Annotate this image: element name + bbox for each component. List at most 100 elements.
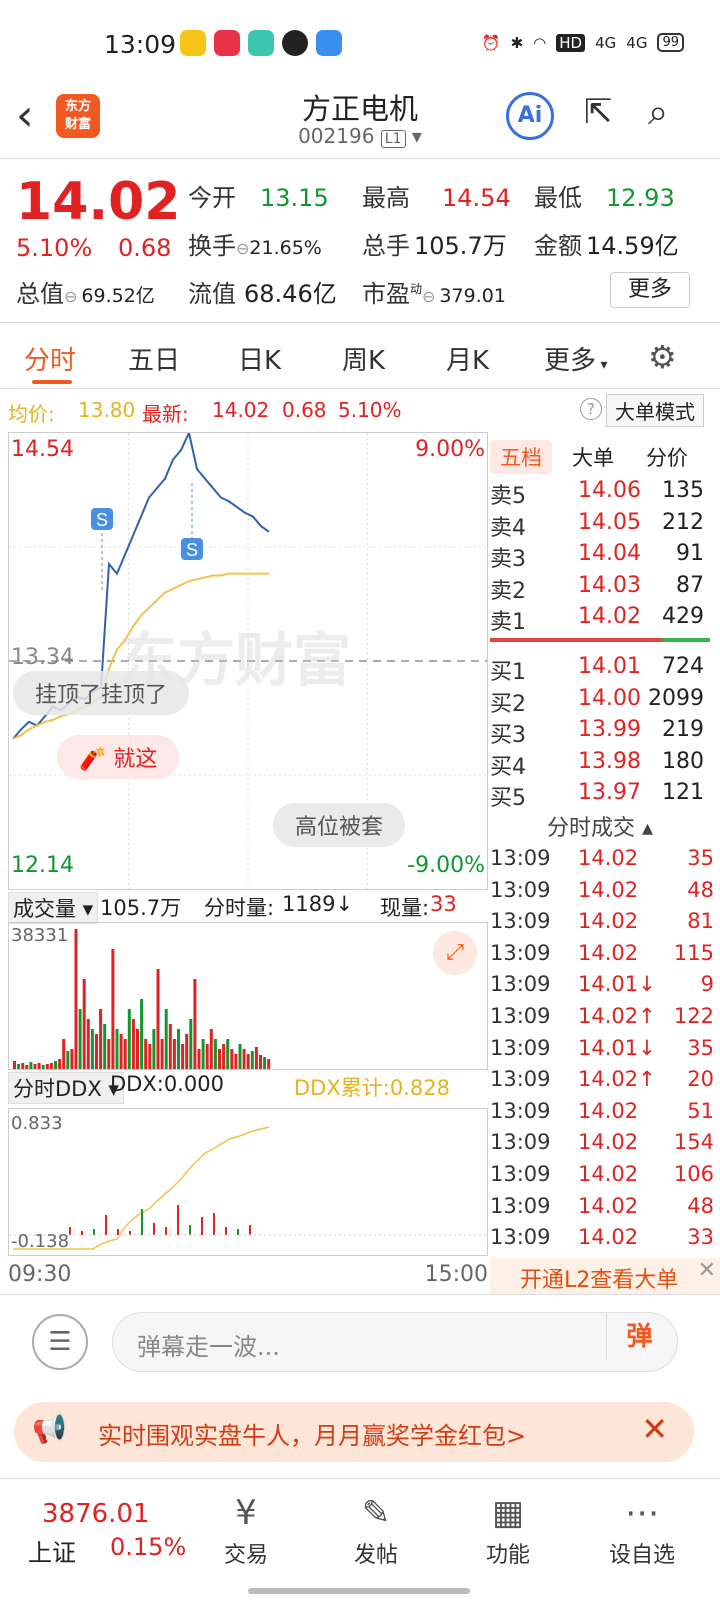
volume-bar [103,1024,107,1069]
trade-row: 13:09 14.02 33 [490,1225,714,1250]
volume-bar [17,1064,21,1069]
volume-bar [172,1039,176,1069]
trade-row: 13:09 14.02 48 [490,877,714,902]
volume-bar [107,1039,111,1069]
promo-text[interactable]: 实时围观实盘牛人，月月赢奖学金红包> [98,1416,526,1451]
app-notification-icon [248,30,274,56]
avg-price: 13.80 [78,398,136,422]
volume-bar [58,1059,62,1069]
nav-trade[interactable]: ¥ 交易 [196,1493,296,1569]
wechat-icon [282,30,308,56]
danmu-bubble[interactable]: 🧨 就这 [57,735,180,779]
hd-icon: HD [556,33,586,52]
search-icon[interactable]: ⌕ [648,92,668,134]
volume-bar [140,999,144,1069]
trades-title[interactable]: 分时成交 ▴ [490,810,710,842]
stock-header: ‹ 东方 财富 方正电机 002196 L1 ▾ Ai ⇱ ⌕ [0,80,720,160]
y-axis-mid: 13.34 [11,645,74,670]
float-cap-field: 流值 68.46亿 [188,280,337,308]
ddx-chart[interactable]: 0.833 -0.138 [8,1108,488,1256]
close-icon[interactable]: ✕ [698,1258,716,1283]
bid-row: 买4 13.98 180 [490,748,704,780]
promo-banner[interactable]: 📢 实时围观实盘牛人，月月赢奖学金红包> ✕ [14,1402,694,1462]
volume-bar [70,1049,74,1069]
l2-upsell-banner[interactable]: 开通L2查看大单 ✕ [490,1258,720,1294]
more-quote-button[interactable]: 更多 [610,272,690,308]
volume-bar [246,1054,250,1069]
tab-five-levels[interactable]: 五档 [490,440,552,474]
tab-price-dist[interactable]: 分价 [646,442,688,472]
volume-bar [148,1044,152,1069]
ddx-bar [129,1231,131,1235]
volume-bar [29,1062,33,1069]
now-volume: 33 [430,892,457,916]
trade-row: 13:09 14.02 106 [490,1162,714,1186]
tab-weekly-k[interactable]: 周K [342,340,385,377]
ddx-bar [225,1227,227,1235]
nav-functions[interactable]: ▦ 功能 [458,1493,558,1569]
big-order-mode-button[interactable]: 大单模式 [606,394,704,427]
volume-bar [185,1034,189,1069]
danmu-bubble[interactable]: 高位被套 [273,803,406,847]
trade-row: 13:09 14.02 35 [490,846,714,870]
volume-bar [209,1029,213,1069]
help-icon[interactable]: ? [580,398,602,420]
ddx-bar [249,1225,251,1235]
y-axis-bottom: 12.14 [11,853,74,878]
tick-volume: 1189↓ [282,892,354,916]
bid-row: 买2 14.00 2099 [490,685,704,717]
low-field: 最低 12.93 [534,184,675,212]
intraday-chart[interactable]: SS 东方财富 14.54 9.00% 13.34 12.14 -9.00% 挂… [8,432,488,890]
index-name: 上证 [28,1539,76,1567]
change-amount: 0.68 [118,234,172,262]
danmu-input[interactable]: 弹幕走一波... [112,1312,678,1372]
bottom-nav: 3876.01 上证 0.15% ¥ 交易 ✎ 发帖 ▦ 功能 ⋯ 设自选 [0,1478,720,1600]
nav-watchlist[interactable]: ⋯ 设自选 [592,1493,692,1569]
bid-ask-ratio-bar [490,638,710,642]
level-badge: L1 [380,130,406,148]
active-tab-indicator [32,380,72,384]
avg-price-label: 均价: [8,402,55,426]
ddx-selector[interactable]: 分时DDX ▾ [8,1072,124,1104]
nav-post[interactable]: ✎ 发帖 [326,1493,426,1569]
y-axis-top: 14.54 [11,437,74,462]
volume-bar [90,1029,94,1069]
volume-bar [160,1039,164,1069]
tab-daily-k[interactable]: 日K [238,340,281,377]
tab-more[interactable]: 更多 ▾ [544,340,608,377]
tab-five-day[interactable]: 五日 [128,340,180,377]
gear-icon[interactable]: ⚙ [648,338,677,376]
ai-button[interactable]: Ai [506,92,554,140]
volume-selector[interactable]: 成交量 ▾ [8,892,99,924]
edit-icon: ✎ [361,1493,391,1533]
expand-icon[interactable]: ⤢ [433,931,477,975]
ddx-chart-canvas [9,1126,487,1250]
close-icon[interactable]: ✕ [641,1410,668,1448]
volume-bar [13,1061,16,1069]
comment-list-icon[interactable]: ☰ [32,1314,88,1370]
volume-bar [62,1039,66,1069]
tab-monthly-k[interactable]: 月K [446,340,489,377]
volume-chart[interactable]: 38331 ⤢ [8,922,488,1070]
volume-bar [213,1039,217,1069]
quote-panel: 14.02 5.10% 0.68 今开 13.15 最高 14.54 最低 12.93… [0,168,720,318]
status-bar: 13:09 ⏰ ✱ ◠ HD 4G 4G 99 [0,0,720,92]
trade-icon: ¥ [235,1493,257,1533]
ddx-bar [177,1205,179,1235]
bid-row: 买3 13.99 219 [490,717,704,748]
danmu-toggle-button[interactable]: 弹 [606,1314,672,1360]
tab-big-orders[interactable]: 大单 [572,442,614,472]
volume-bar [259,1055,262,1069]
ddx-bar [141,1209,143,1235]
volume-bar [74,929,78,1069]
share-icon[interactable]: ⇱ [584,92,613,132]
volume-bar [54,1061,57,1069]
pct-axis-bottom: -9.00% [407,853,485,878]
volume-bar [41,1065,45,1069]
ddx-cumulative: DDX累计:0.828 [294,1076,450,1100]
tab-intraday[interactable]: 分时 [24,340,76,377]
volume-bar [218,1049,221,1069]
volume-bar [115,1029,119,1069]
danmu-bubble[interactable]: 挂顶了挂顶了 [13,671,190,715]
volume-bar [152,1029,156,1069]
